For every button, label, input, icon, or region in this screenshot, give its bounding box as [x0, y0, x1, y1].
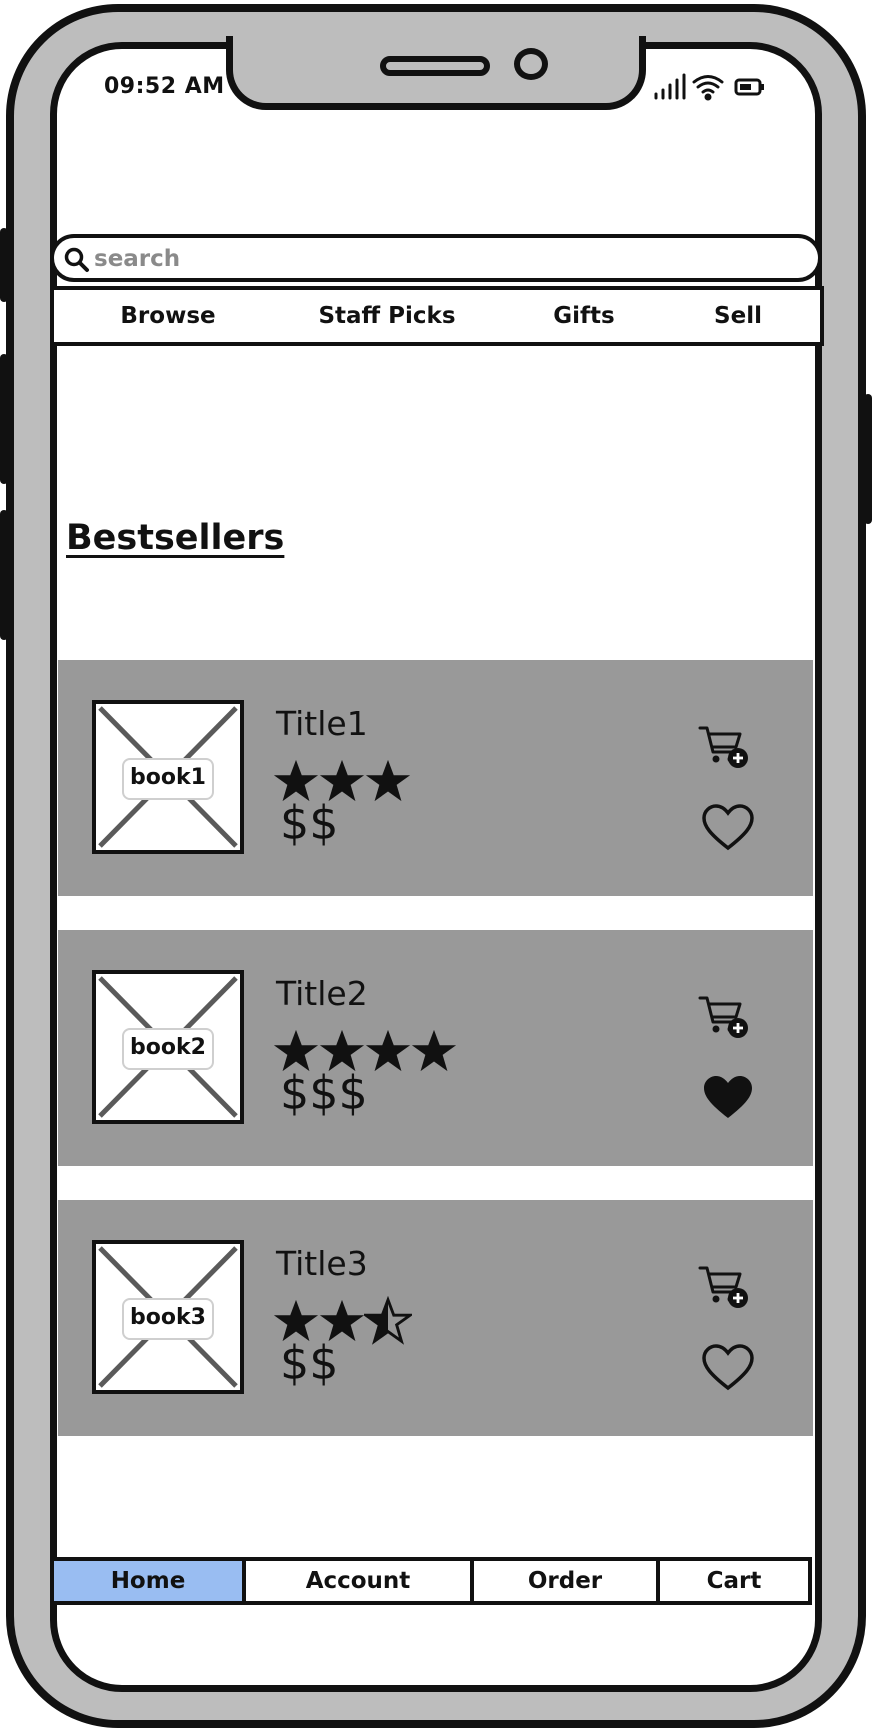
book-title[interactable]: Title3: [276, 1244, 368, 1283]
tab-order[interactable]: Order: [474, 1561, 660, 1601]
book-cover-placeholder: book1: [92, 700, 244, 854]
book-card[interactable]: book3 Title3 $$: [58, 1200, 813, 1436]
speaker: [380, 56, 490, 76]
signal-icon: [654, 73, 686, 100]
search-input[interactable]: [92, 242, 796, 276]
status-time: 09:52 AM: [104, 74, 225, 99]
book-cover-label: book1: [122, 758, 214, 800]
star-half-icon: [364, 1296, 412, 1345]
book-cover-placeholder: book3: [92, 1240, 244, 1394]
add-to-cart-icon[interactable]: [698, 1264, 750, 1310]
book-card[interactable]: book1 Title1 $$: [58, 660, 813, 896]
price-level: $$: [280, 1336, 339, 1390]
add-to-cart-icon[interactable]: [698, 724, 750, 770]
tab-cart[interactable]: Cart: [660, 1561, 808, 1601]
book-title[interactable]: Title2: [276, 974, 368, 1013]
nav-browse[interactable]: Browse: [114, 290, 222, 342]
star-full-icon: [365, 759, 411, 802]
book-cover-label: book3: [122, 1298, 214, 1340]
favorite-heart-icon[interactable]: [702, 804, 754, 852]
status-icons: [654, 73, 764, 101]
tab-home[interactable]: Home: [54, 1561, 246, 1601]
search-icon: [64, 247, 89, 272]
price-level: $$: [280, 796, 339, 850]
search-bar[interactable]: [50, 234, 822, 282]
star-full-icon: [365, 1029, 411, 1072]
volume-down-button: [0, 510, 8, 640]
favorite-heart-icon[interactable]: [702, 1344, 754, 1392]
nav-sell[interactable]: Sell: [706, 290, 770, 342]
book-card[interactable]: book2 Title2 $$$: [58, 930, 813, 1166]
favorite-heart-icon[interactable]: [702, 1074, 754, 1122]
nav-staff-picks[interactable]: Staff Picks: [312, 290, 462, 342]
tab-account[interactable]: Account: [246, 1561, 474, 1601]
add-to-cart-icon[interactable]: [698, 994, 750, 1040]
price-level: $$$: [280, 1066, 368, 1120]
book-cover-label: book2: [122, 1028, 214, 1070]
bottom-tab-bar: Home Account Order Cart: [50, 1557, 812, 1605]
nav-gifts[interactable]: Gifts: [542, 290, 626, 342]
top-nav: Browse Staff Picks Gifts Sell: [50, 286, 824, 346]
section-heading: Bestsellers: [66, 518, 285, 558]
volume-up-button: [0, 354, 8, 484]
star-full-icon: [411, 1029, 457, 1072]
mute-switch: [0, 228, 8, 302]
book-cover-placeholder: book2: [92, 970, 244, 1124]
front-camera: [514, 48, 548, 80]
wifi-icon: [692, 75, 724, 101]
power-button: [864, 394, 872, 524]
book-title[interactable]: Title1: [276, 704, 368, 743]
battery-icon: [734, 78, 764, 96]
